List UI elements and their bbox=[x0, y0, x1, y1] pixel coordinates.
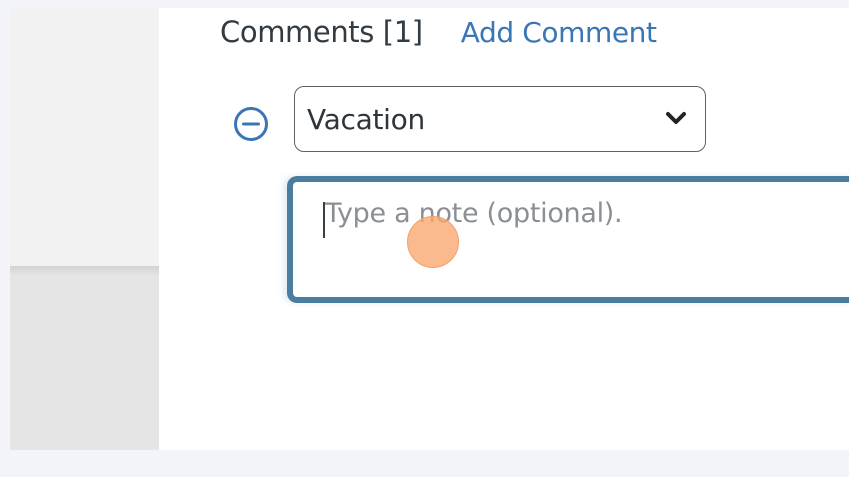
click-indicator bbox=[407, 216, 459, 268]
comments-panel: Comments [1] Add Comment Vacation Type a… bbox=[159, 8, 849, 450]
comment-note-placeholder: Type a note (optional). bbox=[325, 198, 623, 229]
minus-circle-icon bbox=[234, 107, 268, 141]
comment-category-select[interactable]: Vacation bbox=[294, 86, 706, 152]
add-comment-link[interactable]: Add Comment bbox=[461, 16, 657, 49]
chevron-down-icon bbox=[666, 112, 686, 124]
left-panel-divider bbox=[10, 266, 159, 276]
left-panel-upper bbox=[10, 8, 159, 266]
comment-note-textarea[interactable]: Type a note (optional). bbox=[287, 176, 849, 303]
comments-header: Comments [1] Add Comment bbox=[220, 12, 657, 52]
left-panel-lower bbox=[10, 276, 159, 450]
left-panel bbox=[10, 8, 159, 450]
comments-title: Comments [1] bbox=[220, 15, 423, 49]
remove-comment-button[interactable] bbox=[233, 106, 269, 142]
comment-category-value: Vacation bbox=[307, 103, 425, 136]
